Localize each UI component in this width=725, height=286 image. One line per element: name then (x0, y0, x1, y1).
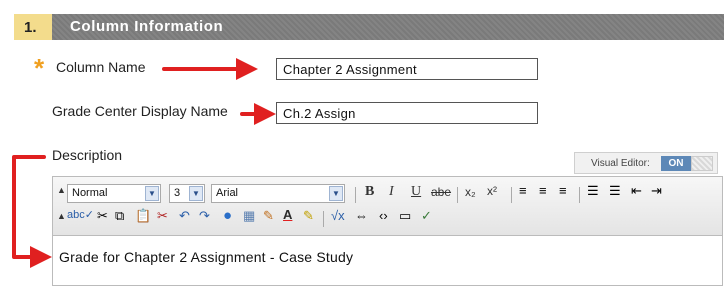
annotation-arrows (12, 58, 276, 268)
arrow-line-3 (12, 155, 46, 259)
arrowhead-2 (254, 103, 276, 125)
arrowhead-1 (236, 58, 258, 80)
arrowhead-3 (30, 246, 52, 268)
